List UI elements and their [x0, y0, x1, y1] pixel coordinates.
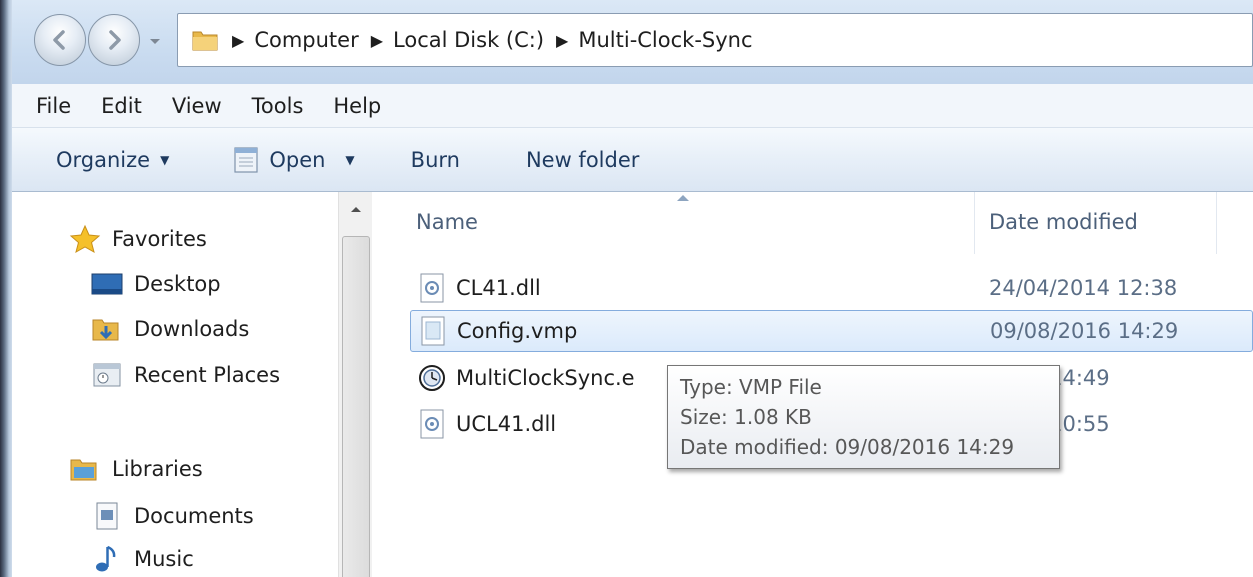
menu-edit[interactable]: Edit [101, 94, 142, 118]
new-folder-button[interactable]: New folder [526, 148, 639, 172]
nav-item-label: Documents [134, 504, 254, 528]
organize-label: Organize [56, 147, 151, 172]
folder-icon [192, 31, 218, 51]
breadcrumb-separator-icon[interactable]: ▶ [371, 31, 383, 50]
tooltip-type: Type: VMP File [680, 375, 822, 399]
address-bar[interactable]: ▶ Computer ▶ Local Disk (C:) ▶ Multi-Clo… [177, 13, 1253, 67]
window-frame-edge [0, 0, 12, 577]
file-name: UCL41.dll [456, 412, 557, 436]
column-divider[interactable] [974, 192, 975, 254]
nav-item-label: Music [134, 547, 194, 571]
notepad-icon [234, 146, 258, 173]
nav-item-documents[interactable]: Documents [90, 501, 254, 531]
breadcrumb-separator-icon[interactable]: ▶ [232, 31, 244, 50]
file-date-modified: 09/08/2016 14:29 [990, 319, 1179, 343]
nav-favorites-label: Favorites [112, 227, 207, 251]
navigation-pane: Favorites Desktop Downloads Recent Place… [12, 192, 374, 577]
menu-view[interactable]: View [172, 94, 222, 118]
recent-pages-dropdown-icon[interactable] [148, 34, 162, 48]
breadcrumb-computer[interactable]: Computer [254, 28, 358, 52]
nav-item-recent-places[interactable]: Recent Places [90, 360, 280, 390]
nav-item-label: Desktop [134, 272, 221, 296]
dll-icon [420, 409, 444, 439]
libraries-icon [70, 459, 97, 481]
chevron-up-icon [351, 207, 361, 212]
app-clock-icon [419, 365, 445, 391]
new-folder-label: New folder [525, 147, 640, 172]
desktop-icon [91, 273, 123, 295]
chevron-down-icon[interactable]: ▼ [345, 153, 354, 167]
command-bar: Organize ▼ Open ▼ Burn New folder [12, 128, 1253, 192]
nav-item-label: Recent Places [134, 363, 281, 387]
file-date-modified: 24/04/2014 12:38 [989, 276, 1178, 300]
recent-places-icon [93, 363, 121, 387]
nav-item-music[interactable]: Music [90, 544, 194, 574]
nav-item-label: Downloads [134, 317, 250, 341]
nav-item-downloads[interactable]: Downloads [90, 314, 249, 344]
sort-ascending-icon [677, 195, 689, 201]
nav-favorites[interactable]: Favorites [68, 224, 207, 254]
forward-arrow-icon [109, 30, 121, 50]
file-name: Config.vmp [457, 319, 578, 343]
nav-pane-scrollbar[interactable] [338, 192, 372, 577]
organize-button[interactable]: Organize ▼ [56, 148, 169, 172]
menu-file[interactable]: File [36, 94, 71, 118]
file-row-selected[interactable]: Config.vmp 09/08/2016 14:29 [410, 310, 1253, 352]
breadcrumb-multi-clock-sync[interactable]: Multi-Clock-Sync [578, 28, 752, 52]
file-name: CL41.dll [456, 276, 541, 300]
column-header-date-modified[interactable]: Date modified [989, 210, 1138, 234]
file-name: MultiClockSync.e [456, 366, 635, 390]
scroll-up-button[interactable] [339, 192, 373, 226]
documents-icon [96, 502, 118, 530]
breadcrumb-separator-icon[interactable]: ▶ [556, 31, 568, 50]
chevron-down-icon: ▼ [160, 152, 170, 167]
music-note-icon [96, 545, 116, 572]
open-button[interactable]: Open ▼ [229, 145, 355, 175]
burn-label: Burn [410, 147, 460, 172]
generic-file-icon [421, 316, 445, 346]
back-button[interactable] [34, 14, 86, 66]
tooltip-date-modified: Date modified: 09/08/2016 14:29 [680, 435, 1015, 459]
menu-bar: File Edit View Tools Help [12, 84, 1253, 128]
star-icon [69, 224, 101, 254]
column-header-name[interactable]: Name [416, 210, 478, 234]
nav-libraries-label: Libraries [112, 457, 203, 481]
dll-icon [420, 273, 444, 303]
back-arrow-icon [53, 30, 65, 50]
menu-tools[interactable]: Tools [252, 94, 304, 118]
file-info-tooltip: Type: VMP File Size: 1.08 KB Date modifi… [667, 365, 1060, 469]
scrollbar-thumb[interactable] [342, 236, 370, 577]
column-divider[interactable] [1216, 192, 1217, 254]
open-label: Open [269, 147, 326, 172]
tooltip-size: Size: 1.08 KB [680, 405, 812, 429]
forward-button[interactable] [88, 14, 140, 66]
address-region: ▶ Computer ▶ Local Disk (C:) ▶ Multi-Clo… [12, 0, 1253, 84]
nav-libraries[interactable]: Libraries [68, 454, 203, 484]
burn-button[interactable]: Burn [411, 148, 460, 172]
downloads-folder-icon [92, 319, 119, 341]
file-row[interactable]: CL41.dll 24/04/2014 12:38 [410, 267, 1253, 309]
breadcrumb-local-disk[interactable]: Local Disk (C:) [393, 28, 544, 52]
menu-help[interactable]: Help [333, 94, 381, 118]
nav-item-desktop[interactable]: Desktop [90, 269, 221, 299]
